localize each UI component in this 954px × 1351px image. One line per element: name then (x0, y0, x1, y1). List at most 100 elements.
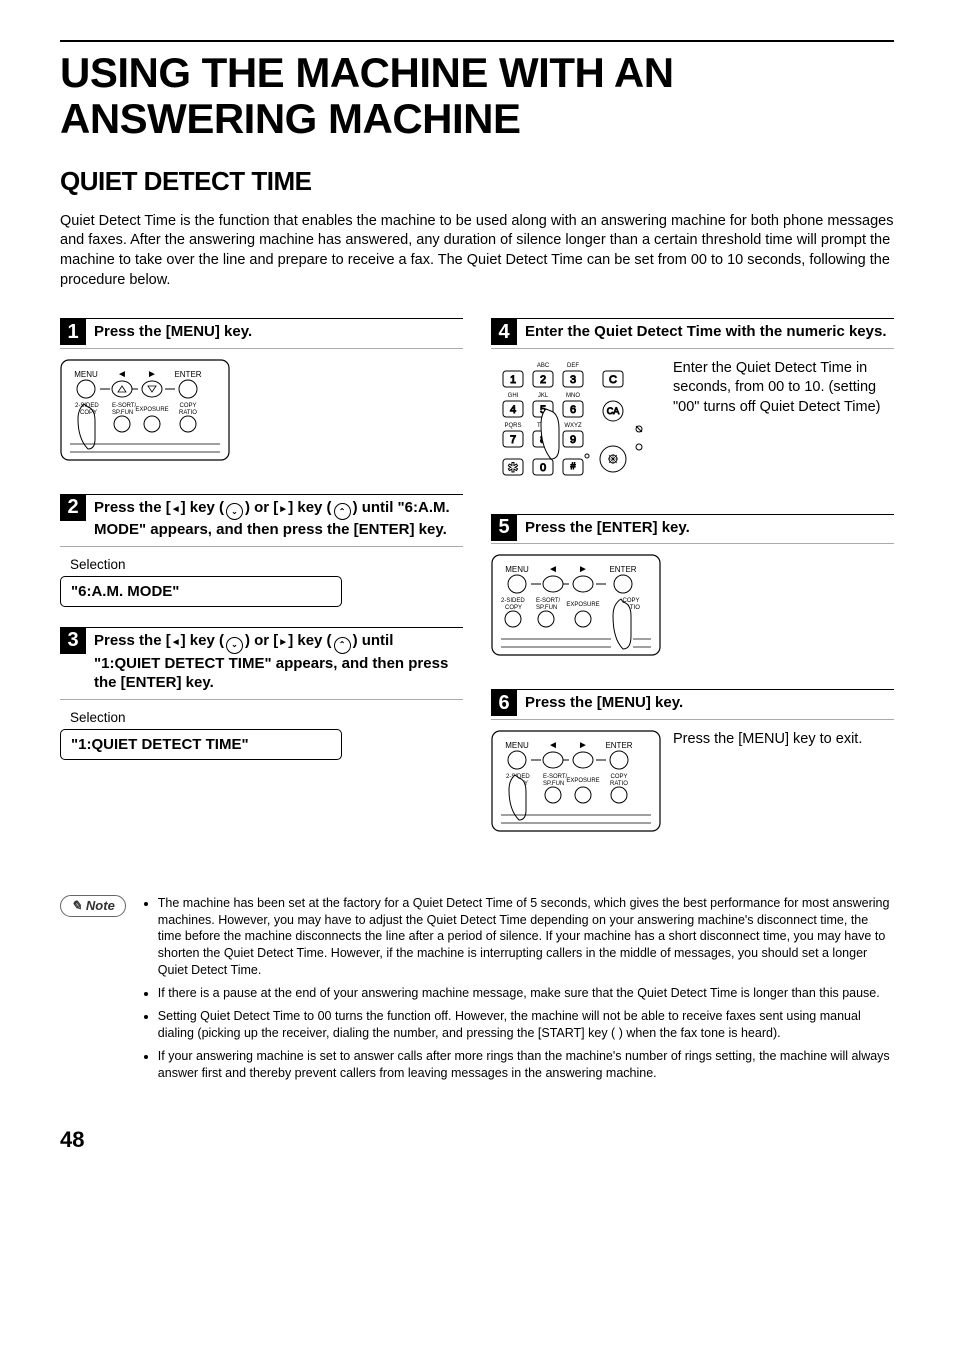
svg-text:JKL: JKL (538, 393, 549, 399)
svg-text:C: C (609, 374, 617, 386)
svg-text:✱: ✱ (508, 460, 519, 475)
step-number: 3 (60, 628, 86, 654)
step-1: 1 Press the [MENU] key. MENU ◄ ► ENTER (60, 318, 463, 474)
left-arrow-icon: ◄ (171, 504, 181, 515)
step-4: 4 Enter the Quiet Detect Time with the n… (491, 318, 894, 494)
svg-text:WXYZ: WXYZ (564, 423, 582, 429)
control-panel-diagram: MENU ◄ ► ENTER 2-SIDED CO (491, 730, 661, 845)
svg-text:ENTER: ENTER (605, 741, 632, 750)
svg-text:MNO: MNO (566, 393, 580, 399)
svg-text:PQRS: PQRS (504, 423, 521, 429)
svg-text:SP.FUN: SP.FUN (543, 781, 564, 787)
note-item: Setting Quiet Detect Time to 00 turns th… (158, 1008, 894, 1042)
svg-text:ABC: ABC (537, 363, 550, 369)
svg-text:DEF: DEF (567, 363, 579, 369)
text: ] key ( (181, 632, 224, 649)
text: ) or [ (245, 499, 278, 516)
page-number: 48 (60, 1127, 894, 1153)
pencil-icon: ✎ (71, 898, 82, 914)
step-number: 4 (491, 319, 517, 345)
step-6: 6 Press the [MENU] key. MENU ◄ ► ENTER (491, 689, 894, 845)
svg-text:MENU: MENU (505, 565, 529, 574)
svg-text:GHI: GHI (508, 393, 519, 399)
lcd-display: "6:A.M. MODE" (60, 576, 342, 607)
svg-text:4: 4 (510, 404, 516, 416)
svg-text:SP.FUN: SP.FUN (112, 410, 133, 416)
svg-text:EXPOSURE: EXPOSURE (566, 602, 599, 608)
note-item: The machine has been set at the factory … (158, 895, 894, 979)
svg-text:0: 0 (540, 462, 546, 474)
svg-text:MENU: MENU (74, 370, 98, 379)
text: ] key ( (288, 632, 331, 649)
svg-text:3: 3 (570, 374, 576, 386)
step-number: 5 (491, 515, 517, 541)
intro-paragraph: Quiet Detect Time is the function that e… (60, 212, 894, 290)
right-arrow-icon: ► (278, 504, 288, 515)
text: ] key ( (288, 499, 331, 516)
step-number: 2 (60, 495, 86, 521)
page-title: USING THE MACHINE WITH AN ANSWERING MACH… (60, 50, 894, 142)
svg-text:7: 7 (510, 434, 516, 446)
text: Press the [ (94, 632, 171, 649)
svg-text:ENTER: ENTER (174, 370, 201, 379)
text: Press the [ (94, 499, 171, 516)
step-3: 3 Press the [◄] key (⌄) or [►] key (⌃) u… (60, 627, 463, 760)
svg-text:EXPOSURE: EXPOSURE (135, 407, 168, 413)
subtitle: QUIET DETECT TIME (60, 166, 894, 197)
text: Setting Quiet Detect Time to 00 turns th… (158, 1009, 861, 1040)
button-glyph-icon: ⌄ (226, 503, 243, 520)
step-title: Press the [ENTER] key. (525, 515, 690, 544)
svg-text:E-SORT/: E-SORT/ (112, 403, 137, 409)
step-title: Enter the Quiet Detect Time with the num… (525, 319, 887, 348)
svg-text:#: # (570, 461, 575, 471)
step-title: Press the [MENU] key. (94, 319, 252, 348)
svg-text:9: 9 (570, 434, 576, 446)
svg-text:6: 6 (570, 404, 576, 416)
svg-text:2-SIDED: 2-SIDED (501, 598, 525, 604)
control-panel-diagram: MENU ◄ ► ENTER 2-SIDED (60, 359, 463, 474)
svg-text:RATIO: RATIO (610, 781, 628, 787)
svg-text:◄: ◄ (117, 369, 127, 380)
note-badge: ✎ Note (60, 895, 126, 917)
svg-text:◄: ◄ (548, 564, 558, 575)
step-number: 1 (60, 319, 86, 345)
svg-text:ENTER: ENTER (609, 565, 636, 574)
note-section: ✎ Note The machine has been set at the fa… (60, 895, 894, 1088)
svg-text:►: ► (147, 369, 157, 380)
svg-text:◄: ◄ (548, 740, 558, 751)
svg-text:E-SORT/: E-SORT/ (536, 598, 561, 604)
step-5: 5 Press the [ENTER] key. MENU ◄ ► ENTER (491, 514, 894, 670)
svg-text:COPY: COPY (179, 403, 196, 409)
svg-text:1: 1 (510, 374, 516, 386)
note-item: If there is a pause at the end of your a… (158, 985, 894, 1002)
svg-text:MENU: MENU (505, 741, 529, 750)
selection-label: Selection (60, 557, 463, 572)
svg-text:COPY: COPY (610, 774, 627, 780)
svg-text:RATIO: RATIO (179, 410, 197, 416)
numeric-keypad-diagram: ABC DEF 1 2 3 C GHI JKL (491, 359, 661, 494)
note-list: The machine has been set at the factory … (140, 895, 894, 1088)
svg-text:►: ► (578, 564, 588, 575)
step-title: Press the [◄] key (⌄) or [►] key (⌃) unt… (94, 495, 463, 546)
step-body-text: Enter the Quiet Detect Time in seconds, … (673, 359, 894, 494)
step-title: Press the [MENU] key. (525, 690, 683, 719)
left-arrow-icon: ◄ (171, 637, 181, 648)
step-2: 2 Press the [◄] key (⌄) or [►] key (⌃) u… (60, 494, 463, 607)
button-glyph-icon: ⌃ (334, 503, 351, 520)
text: ] key ( (181, 499, 224, 516)
svg-text:EXPOSURE: EXPOSURE (566, 778, 599, 784)
lcd-display: "1:QUIET DETECT TIME" (60, 729, 342, 760)
button-glyph-icon: ⌄ (226, 637, 243, 654)
svg-text:►: ► (578, 740, 588, 751)
text: ) or [ (245, 632, 278, 649)
step-body-text: Press the [MENU] key to exit. (673, 730, 862, 845)
svg-text:SP.FUN: SP.FUN (536, 605, 557, 611)
note-label: Note (86, 898, 115, 913)
step-title: Press the [◄] key (⌄) or [►] key (⌃) unt… (94, 628, 463, 699)
svg-text:COPY: COPY (505, 605, 522, 611)
control-panel-diagram: MENU ◄ ► ENTER 2-SIDED COPY E-SORT/ (491, 554, 894, 669)
svg-text:E-SORT/: E-SORT/ (543, 774, 568, 780)
right-arrow-icon: ► (278, 637, 288, 648)
note-item: If your answering machine is set to answ… (158, 1048, 894, 1082)
button-glyph-icon: ⌃ (334, 637, 351, 654)
